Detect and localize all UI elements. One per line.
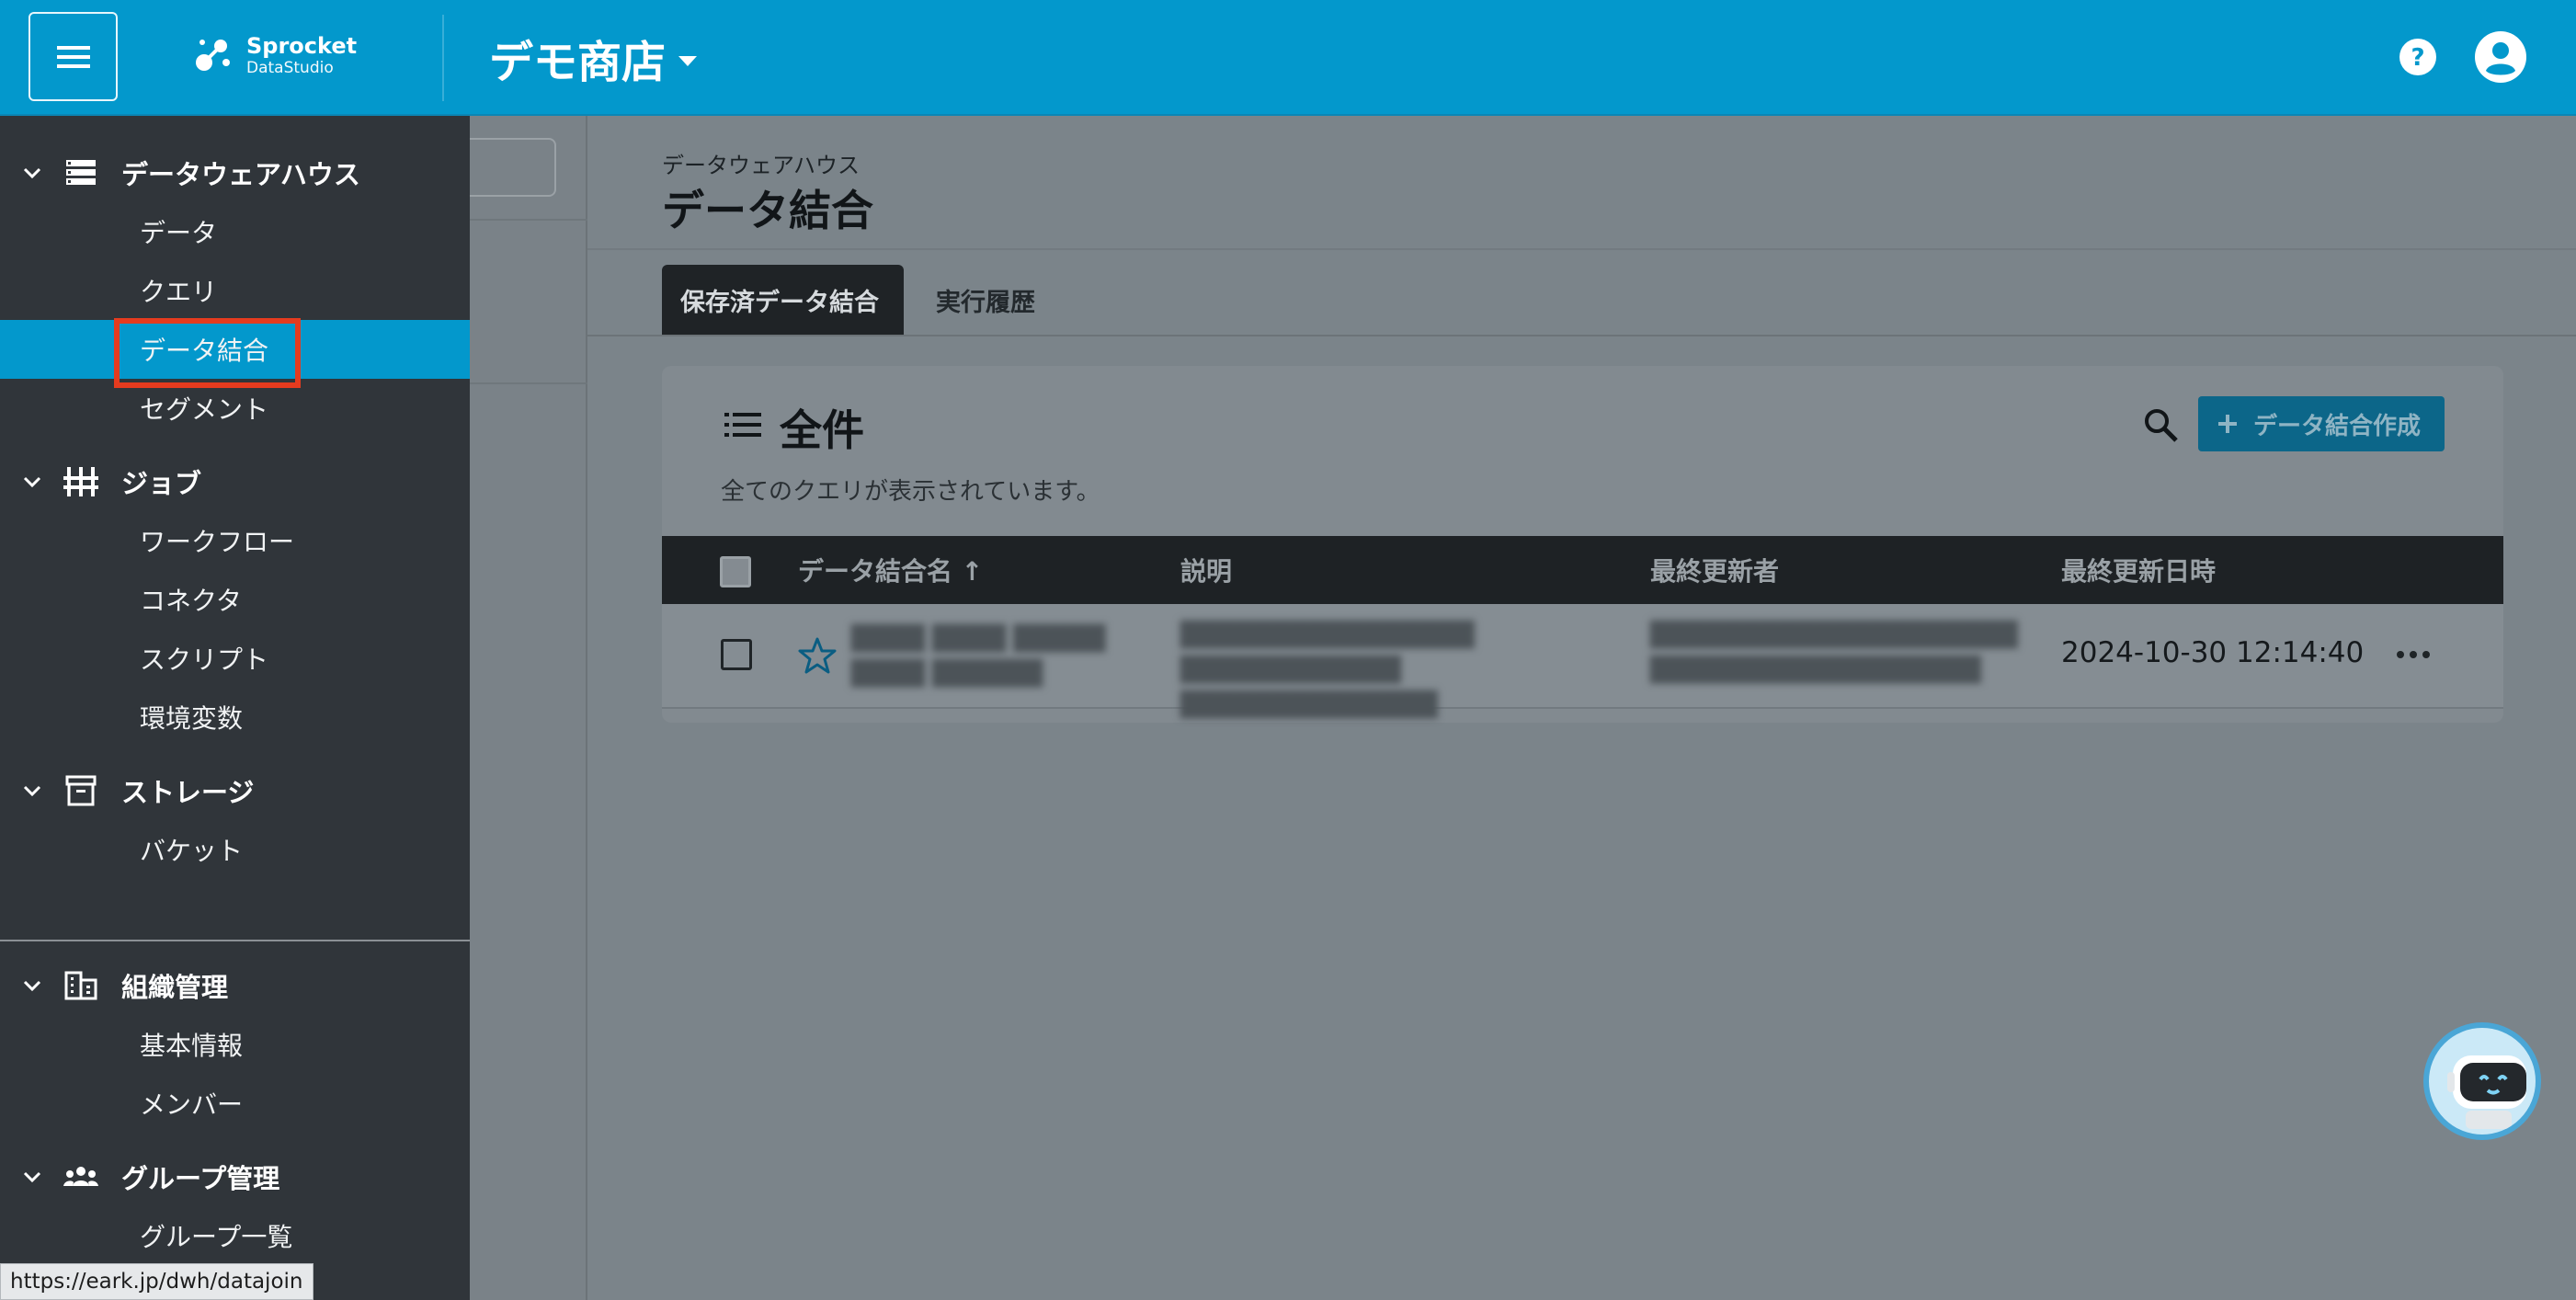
plus-icon	[2218, 415, 2237, 433]
jobs-icon	[63, 467, 98, 496]
tab-history[interactable]: 実行履歴	[918, 265, 1054, 335]
sidebar-item-label: バケット	[140, 836, 244, 866]
app-logo[interactable]: Sprocket DataStudio	[193, 33, 357, 77]
sidebar-item-query[interactable]: クエリ	[0, 261, 470, 320]
row-updater: ████████████████████ ██████████████████	[1650, 621, 2018, 684]
logo-subtitle: DataStudio	[246, 59, 334, 77]
section-label: データウェアハウス	[121, 159, 360, 190]
header-divider	[442, 15, 444, 101]
search-icon[interactable]	[2142, 406, 2179, 443]
hamburger-icon	[56, 45, 90, 68]
archive-icon	[65, 775, 97, 806]
breadcrumb[interactable]: データウェアハウス	[662, 147, 860, 179]
sidebar-section-data-warehouse[interactable]: データウェアハウス	[0, 145, 470, 200]
row-name[interactable]: ████ ████ █████ ████ ██████	[851, 621, 1146, 691]
background-divider	[470, 219, 587, 221]
sidebar-item-label: 基本情報	[140, 1031, 244, 1061]
sidebar-item-label: セグメント	[140, 394, 269, 425]
card-subtitle: 全てのクエリが表示されています。	[721, 478, 1100, 506]
sidebar-section-organization[interactable]: 組織管理	[0, 958, 470, 1013]
chevron-down-icon	[23, 476, 41, 488]
highlight-annotation	[114, 318, 301, 388]
sprocket-logo-icon	[196, 40, 230, 71]
sidebar-section-storage[interactable]: ストレージ	[0, 763, 470, 818]
row-checkbox[interactable]	[721, 639, 752, 670]
building-icon	[64, 971, 97, 1000]
column-header-description[interactable]: 説明	[1180, 536, 1232, 604]
sidebar-item-label: ワークフロー	[140, 527, 295, 557]
background-divider	[470, 382, 587, 384]
help-icon[interactable]: ?	[2399, 38, 2437, 76]
chevron-down-icon	[23, 1171, 41, 1183]
more-options-icon[interactable]	[2395, 645, 2432, 664]
sidebar-divider	[0, 940, 470, 941]
store-selector[interactable]: デモ商店	[489, 26, 698, 90]
chevron-down-icon	[23, 980, 41, 992]
tab-divider	[587, 335, 2576, 336]
app-header: Sprocket DataStudio デモ商店 ?	[0, 0, 2576, 116]
row-updated-at: 2024-10-30 12:14:40	[2061, 636, 2365, 669]
store-name: デモ商店	[489, 37, 667, 88]
list-icon	[724, 413, 761, 437]
row-description: ████████████████ ████████████ ██████████…	[1180, 621, 1475, 719]
storage-icon	[66, 160, 96, 185]
sidebar-section-jobs[interactable]: ジョブ	[0, 454, 470, 509]
tab-saved-joins[interactable]: 保存済データ結合	[662, 265, 904, 335]
sidebar-item-label: クエリ	[140, 277, 218, 307]
background-panel	[470, 116, 587, 1300]
sidebar-item-label: コネクタ	[140, 586, 242, 616]
sidebar-item-basic-info[interactable]: 基本情報	[0, 1015, 470, 1074]
account-icon[interactable]	[2474, 30, 2527, 84]
column-header-updater[interactable]: 最終更新者	[1650, 536, 1779, 604]
sidebar-item-workflow[interactable]: ワークフロー	[0, 511, 470, 570]
sidebar-item-label: グループ一覧	[140, 1222, 293, 1252]
section-label: グループ管理	[121, 1163, 280, 1194]
caret-down-icon	[678, 55, 698, 66]
svg-text:?: ?	[2411, 44, 2424, 72]
sidebar-item-members[interactable]: メンバー	[0, 1074, 470, 1133]
star-icon[interactable]	[798, 636, 837, 675]
card-title: 全件	[780, 405, 864, 455]
section-label: 組織管理	[121, 972, 229, 1003]
group-icon	[63, 1167, 98, 1186]
sidebar-item-label: 環境変数	[140, 703, 244, 734]
chevron-down-icon	[23, 167, 41, 179]
sidebar-item-connector[interactable]: コネクタ	[0, 570, 470, 629]
chevron-down-icon	[23, 785, 41, 797]
sidebar-item-label: データ	[140, 218, 218, 248]
sidebar-section-groups[interactable]: グループ管理	[0, 1149, 470, 1204]
sidebar-item-data[interactable]: データ	[0, 202, 470, 261]
sidebar-item-bucket[interactable]: バケット	[0, 820, 470, 879]
column-header-name[interactable]: データ結合名 ↑	[798, 536, 983, 604]
sidebar-item-group-list[interactable]: グループ一覧	[0, 1206, 470, 1265]
chatbot-button[interactable]	[2423, 1022, 2541, 1140]
status-url-tooltip: https://eark.jp/dwh/datajoin	[0, 1263, 313, 1300]
sidebar-item-env-vars[interactable]: 環境変数	[0, 688, 470, 747]
logo-name: Sprocket	[246, 33, 358, 59]
page-title: データ結合	[662, 186, 873, 235]
menu-button[interactable]	[28, 12, 118, 101]
create-join-button[interactable]: データ結合作成	[2198, 396, 2445, 451]
column-header-updated-at[interactable]: 最終更新日時	[2061, 536, 2216, 604]
background-input	[470, 138, 556, 197]
section-label: ストレージ	[121, 777, 255, 808]
sidebar: データウェアハウス データ クエリ データ結合 セグメント ジョブ ワークフロー…	[0, 116, 470, 1300]
sidebar-item-script[interactable]: スクリプト	[0, 629, 470, 688]
robot-icon	[2447, 1055, 2526, 1129]
sidebar-item-label: スクリプト	[140, 644, 269, 675]
divider	[587, 248, 2576, 250]
create-join-label: データ結合作成	[2253, 412, 2422, 440]
sidebar-item-label: メンバー	[140, 1089, 244, 1120]
section-label: ジョブ	[121, 468, 202, 499]
select-all-checkbox[interactable]	[720, 556, 751, 587]
